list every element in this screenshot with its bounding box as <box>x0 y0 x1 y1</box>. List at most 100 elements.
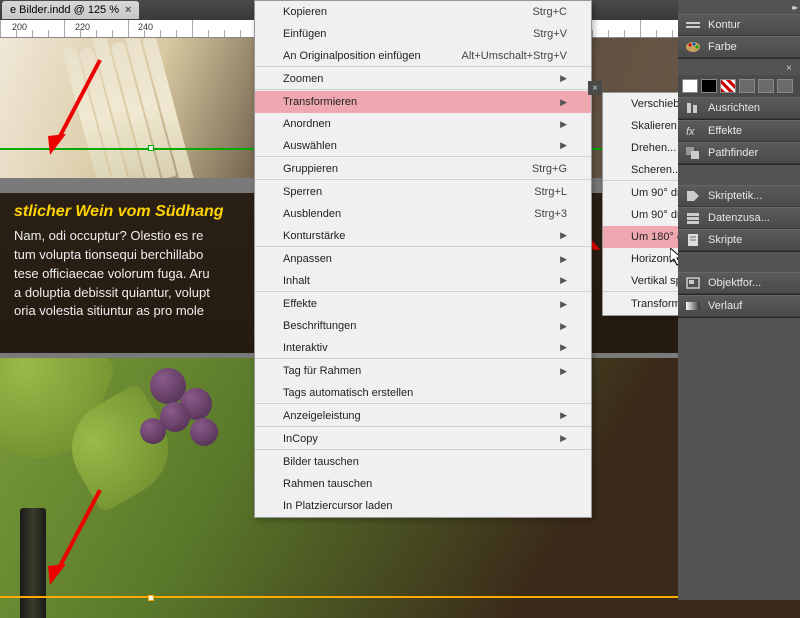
context-menu-item[interactable]: Konturstärke▶ <box>255 225 591 247</box>
panel-label: Effekte <box>708 125 742 137</box>
tab-title: e Bilder.indd @ 125 % <box>10 4 119 16</box>
menu-label: Rahmen tauschen <box>283 478 372 490</box>
context-menu-item[interactable]: Kopieren Strg+C <box>255 1 591 23</box>
context-menu-item[interactable]: Tags automatisch erstellen <box>255 382 591 404</box>
menu-shortcut: Alt+Umschalt+Strg+V <box>462 50 567 62</box>
submenu-arrow-icon: ▶ <box>560 299 567 310</box>
ruler-label: 240 <box>138 22 153 32</box>
context-menu-item[interactable]: Einfügen Strg+V <box>255 23 591 45</box>
submenu-arrow-icon: ▶ <box>560 342 567 353</box>
data-icon <box>684 211 702 225</box>
context-menu-item[interactable]: Anpassen▶ <box>255 248 591 270</box>
context-menu-item[interactable]: Sperren Strg+L <box>255 181 591 203</box>
panel-fx[interactable]: fx Effekte <box>678 120 800 142</box>
swatch-icon[interactable] <box>720 79 736 93</box>
menu-label: Ausblenden <box>283 208 341 220</box>
pathfinder-icon <box>684 146 702 160</box>
menu-label: Gruppieren <box>283 163 338 175</box>
context-menu-item[interactable]: Interaktiv ▶ <box>255 337 591 359</box>
panel-script[interactable]: Skripte <box>678 229 800 251</box>
ruler-label: 220 <box>75 22 90 32</box>
panel-label: Verlauf <box>708 300 742 312</box>
menu-label: Inhalt <box>283 275 310 287</box>
selection-handle[interactable] <box>148 145 154 151</box>
swatches-strip[interactable] <box>678 75 800 97</box>
menu-label: InCopy <box>283 433 318 445</box>
submenu-arrow-icon: ▶ <box>560 119 567 130</box>
panel-label: Skriptetik... <box>708 190 762 202</box>
menu-label: Kopieren <box>283 6 327 18</box>
swatch-icon[interactable] <box>777 79 793 93</box>
menu-shortcut: Strg+L <box>534 186 567 198</box>
menu-shortcut: Strg+V <box>533 28 567 40</box>
panel-label: Ausrichten <box>708 102 760 114</box>
swatch-icon[interactable] <box>758 79 774 93</box>
menu-label: Sperren <box>283 186 322 198</box>
menu-shortcut: Strg+C <box>532 6 567 18</box>
panel-label: Datenzusa... <box>708 212 770 224</box>
panel-label: Kontur <box>708 19 740 31</box>
objectformat-icon <box>684 276 702 290</box>
context-menu-item[interactable]: Gruppieren Strg+G <box>255 158 591 180</box>
menu-label: Beschriftungen <box>283 320 356 332</box>
context-menu-item[interactable]: Inhalt ▶ <box>255 270 591 292</box>
menu-shortcut: Strg+3 <box>534 208 567 220</box>
selection-handle[interactable] <box>148 595 154 601</box>
menu-label: Zoomen <box>283 73 323 85</box>
stroke-icon <box>684 18 702 32</box>
close-icon[interactable]: × <box>782 61 796 75</box>
swatch-icon[interactable] <box>739 79 755 93</box>
context-menu-item[interactable]: InCopy ▶ <box>255 428 591 450</box>
fx-icon: fx <box>684 124 702 138</box>
context-menu-item[interactable]: Anordnen ▶ <box>255 113 591 135</box>
context-menu-item[interactable]: Beschriftungen▶ <box>255 315 591 337</box>
svg-text:fx: fx <box>686 126 695 138</box>
bottle-graphic <box>20 508 46 618</box>
document-tab[interactable]: e Bilder.indd @ 125 % × <box>2 1 139 19</box>
close-tab-icon[interactable]: × <box>125 4 131 16</box>
context-menu-item[interactable]: An Originalposition einfügenAlt+Umschalt… <box>255 45 591 67</box>
panel-align[interactable]: Ausrichten <box>678 97 800 119</box>
submenu-arrow-icon: ▶ <box>560 275 567 286</box>
panel-pathfinder[interactable]: Pathfinder <box>678 142 800 164</box>
script-icon <box>684 233 702 247</box>
menu-label: Scheren... <box>631 164 681 176</box>
swatch-icon[interactable] <box>701 79 717 93</box>
context-menu-item[interactable]: Zoomen ▶ <box>255 68 591 90</box>
submenu-arrow-icon: ▶ <box>560 73 567 84</box>
context-menu-item[interactable]: Bilder tauschen <box>255 451 591 473</box>
panel-collapse[interactable]: ▸▸ <box>678 0 800 14</box>
menu-label: Interaktiv <box>283 342 328 354</box>
submenu-arrow-icon: ▶ <box>560 410 567 421</box>
menu-label: Transformieren <box>283 96 357 108</box>
panel-tag[interactable]: Skriptetik... <box>678 185 800 207</box>
panel-label: Farbe <box>708 41 737 53</box>
panel-gradient[interactable]: Verlauf <box>678 295 800 317</box>
submenu-arrow-icon: ▶ <box>560 433 567 444</box>
context-menu-item[interactable]: Rahmen tauschen <box>255 473 591 495</box>
swatch-icon[interactable] <box>682 79 698 93</box>
context-menu-item[interactable]: Tag für Rahmen▶ <box>255 360 591 382</box>
panel-label: Pathfinder <box>708 147 758 159</box>
panel-label: Skripte <box>708 234 742 246</box>
context-menu-item[interactable]: Effekte▶ <box>255 293 591 315</box>
context-menu-item[interactable]: Anzeigeleistung▶ <box>255 405 591 427</box>
submenu-arrow-icon: ▶ <box>560 366 567 377</box>
context-menu-item[interactable]: In Platziercursor laden <box>255 495 591 517</box>
close-icon[interactable]: × <box>588 81 602 95</box>
menu-label: In Platziercursor laden <box>283 500 392 512</box>
menu-label: Einfügen <box>283 28 326 40</box>
context-menu-item[interactable]: Ausblenden Strg+3 <box>255 203 591 225</box>
menu-label: Bilder tauschen <box>283 456 359 468</box>
menu-label: Anordnen <box>283 118 331 130</box>
palette-icon <box>684 40 702 54</box>
context-menu-item[interactable]: Auswählen▶ <box>255 135 591 157</box>
panel-stroke[interactable]: Kontur <box>678 14 800 36</box>
panel-objectformat[interactable]: Objektfor... <box>678 272 800 294</box>
panel-palette[interactable]: Farbe <box>678 36 800 58</box>
menu-shortcut: Strg+G <box>532 163 567 175</box>
context-menu: Kopieren Strg+C Einfügen Strg+V An Originalp… <box>254 0 592 518</box>
panel-data[interactable]: Datenzusa... <box>678 207 800 229</box>
submenu-arrow-icon: ▶ <box>560 254 567 265</box>
context-menu-item[interactable]: Transformieren▶ <box>255 91 591 113</box>
